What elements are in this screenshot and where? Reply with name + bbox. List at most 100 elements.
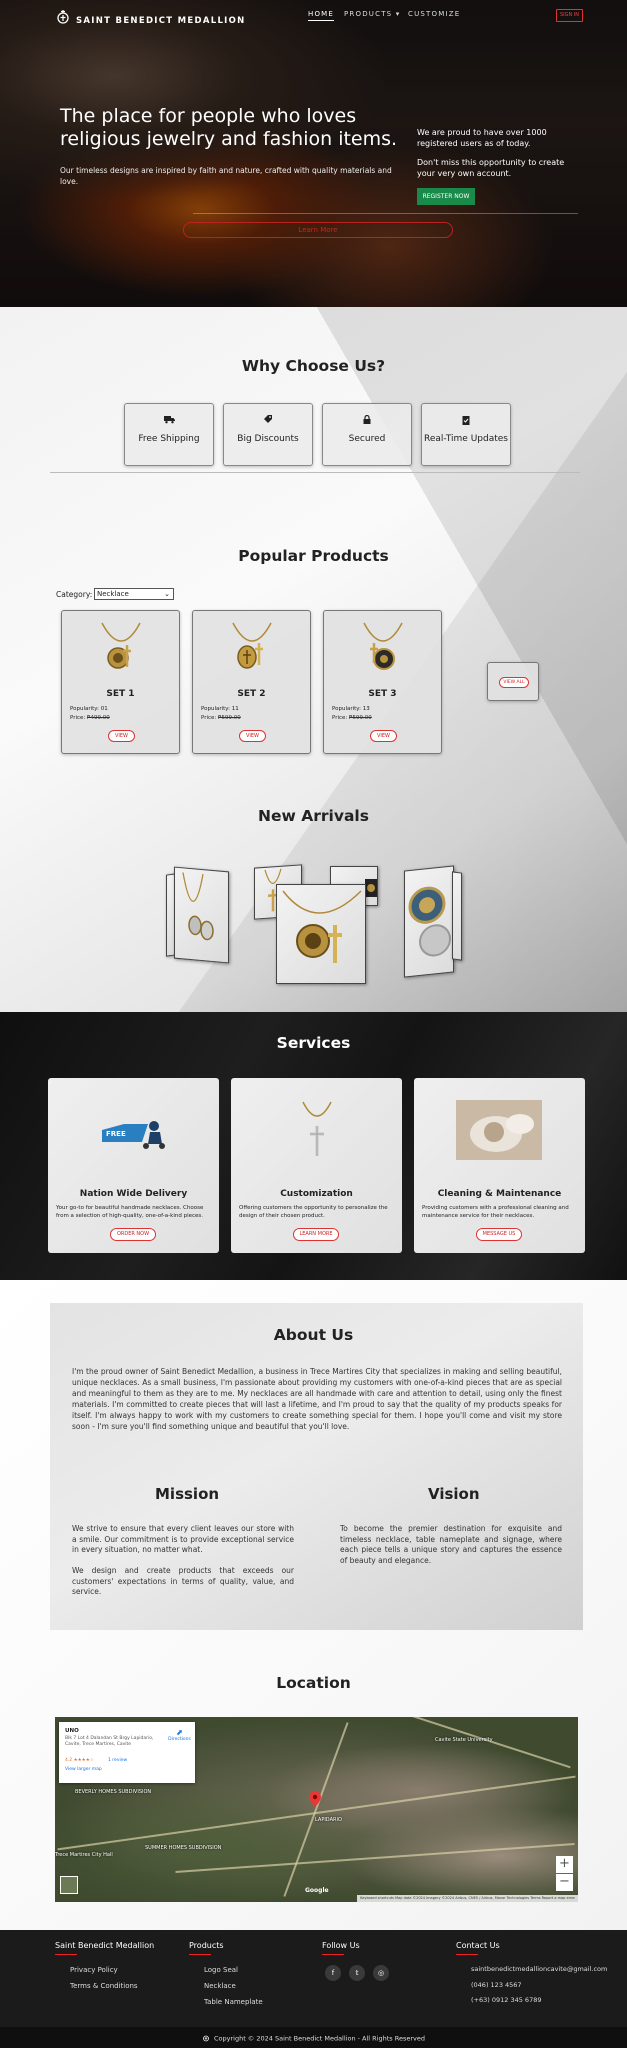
map-road [175,1843,575,1873]
product-card-set-1[interactable]: SET 1 Popularity: 01 Price: ₱499.00 VIEW [61,610,180,754]
facebook-icon[interactable]: f [325,1965,341,1981]
zoom-in-button[interactable]: + [556,1856,573,1873]
footer-underline [55,1954,77,1955]
service-description: Providing customers with a professional … [422,1205,569,1219]
contact-email[interactable]: saintbenedictmedallioncavite@gmail.com [471,1965,607,1973]
product-card-set-2[interactable]: SET 2 Popularity: 11 Price: ₱599.00 VIEW [192,610,311,754]
learn-more-button[interactable]: LEARN MORE [293,1228,339,1241]
vision-title: Vision [428,1485,480,1503]
register-button[interactable]: REGISTER NOW [417,188,475,205]
footer-brand-title: Saint Benedict Medallion [55,1941,155,1950]
map-layer-toggle[interactable] [60,1876,78,1894]
clipboard-check-icon [422,415,510,427]
necklace-image [232,622,272,669]
category-label: Category: [56,590,93,599]
place-address: Blk 7 Lot 4 Dalandan St Brgy Lapidario, … [65,1736,154,1747]
footer-underline [189,1954,211,1955]
footer-follow-title: Follow Us [322,1941,360,1950]
lock-icon [323,414,411,427]
seal-image [408,886,451,957]
why-title: Why Choose Us? [241,357,386,375]
signin-button[interactable]: SIGN IN [556,9,583,22]
footer-link-logo-seal[interactable]: Logo Seal [204,1966,238,1974]
feature-realtime-updates: Real-Time Updates [421,403,511,466]
product-card-set-3[interactable]: SET 3 Popularity: 13 Price: ₱599.00 VIEW [323,610,442,754]
brand-name[interactable]: SAINT BENEDICT MEDALLION [76,16,246,26]
order-now-button[interactable]: ORDER NOW [110,1228,156,1241]
directions-icon: ⬈ [176,1728,183,1737]
cleaning-photo [456,1100,542,1160]
truck-icon [125,415,213,427]
feature-big-discounts: Big Discounts [223,403,313,466]
view-button[interactable]: VIEW [239,730,266,742]
copyright-text: Copyright © 2024 Saint Benedict Medallio… [213,2034,425,2043]
product-popularity: Popularity: 13 [332,706,370,712]
view-all-button[interactable]: VIEW ALL [499,677,529,688]
product-price-row: Price: ₱599.00 [201,715,241,721]
map-attribution[interactable]: Keyboard shortcuts Map data ©2024 Imager… [357,1895,578,1902]
svg-text:FREE: FREE [106,1130,126,1138]
privacy-policy-link[interactable]: Privacy Policy [70,1966,118,1974]
contact-phone-1: (046) 123 4567 [471,1981,522,1989]
message-us-button[interactable]: MESSAGE US [476,1228,522,1241]
nav-home[interactable]: HOME [308,10,335,21]
google-map[interactable]: BEVERLY HOMES SUBDIVISION SUMMER HOMES S… [55,1717,578,1902]
contact-phone-2: (+63) 0912 345 6789 [471,1996,542,2004]
product-price: ₱599.00 [349,715,372,721]
instagram-icon[interactable]: ◎ [373,1965,389,1981]
arrival-card[interactable] [452,871,462,961]
service-description: Offering customers the opportunity to pe… [239,1205,388,1219]
directions-label: Directions [168,1737,191,1742]
footer-link-necklace[interactable]: Necklace [204,1982,236,1990]
service-card-customization: Customization Offering customers the opp… [231,1078,402,1253]
mission-text-2: We design and create products that excee… [72,1566,294,1596]
logo-icon[interactable] [56,9,70,27]
directions-link[interactable]: ⬈ Directions [167,1728,192,1742]
feature-label: Big Discounts [237,434,299,444]
arrival-card[interactable] [404,865,454,978]
hero-users-text: We are proud to have over 1000 registere… [417,128,547,148]
product-name: SET 1 [106,689,135,699]
map-pin-icon[interactable] [309,1791,321,1807]
terms-link[interactable]: Terms & Conditions [70,1982,138,1990]
footer-link-table-nameplate[interactable]: Table Nameplate [204,1998,263,2006]
view-button[interactable]: VIEW [108,730,135,742]
category-select[interactable]: Necklace ⌄ [94,588,174,600]
footer-contact-title: Contact Us [456,1941,500,1950]
service-card-cleaning: Cleaning & Maintenance Providing custome… [414,1078,585,1253]
cross-necklace-image [302,1101,332,1156]
map-label: BEVERLY HOMES SUBDIVISION [75,1789,152,1795]
place-rating: 4.2 ★★★★☆ [65,1758,94,1763]
view-button[interactable]: VIEW [370,730,397,742]
hero-title: The place for people who loves religious… [60,105,398,150]
price-label: Price: [70,715,86,721]
place-reviews-link[interactable]: 1 review [108,1758,127,1763]
map-label: SUMMER HOMES SUBDIVISION [145,1845,222,1851]
necklace-image [182,872,214,941]
about-text: I'm the proud owner of Saint Benedict Me… [72,1367,562,1431]
delivery-logo-image: FREE [102,1121,165,1149]
arrival-card[interactable] [174,866,229,964]
necklace-image [363,622,403,670]
nav-products[interactable]: PRODUCTS ▾ [344,10,400,18]
navbar: SAINT BENEDICT MEDALLION HOME PRODUCTS ▾… [0,0,627,38]
section-divider [50,472,580,473]
location-title: Location [276,1674,351,1692]
product-name: SET 3 [368,689,397,699]
logo-icon [203,2035,209,2042]
map-info-popup: UNO Blk 7 Lot 4 Dalandan St Brgy Lapidar… [59,1722,195,1783]
necklace-image [101,622,141,669]
product-popularity: Popularity: 11 [201,706,239,712]
necklace-image [282,890,362,963]
nav-products-label: PRODUCTS [344,10,393,18]
learn-more-button[interactable]: Learn More [183,222,453,238]
map-label: Trece Martires City Hall [55,1852,113,1858]
price-label: Price: [332,715,348,721]
twitter-icon[interactable]: 𝕥 [349,1965,365,1981]
arrival-card-featured[interactable] [276,884,366,984]
product-price-row: Price: ₱499.00 [70,715,110,721]
service-name: Nation Wide Delivery [79,1189,188,1199]
zoom-out-button[interactable]: − [556,1874,573,1891]
nav-customize[interactable]: CUSTOMIZE [408,10,460,18]
view-larger-map-link[interactable]: View larger map [65,1767,102,1772]
